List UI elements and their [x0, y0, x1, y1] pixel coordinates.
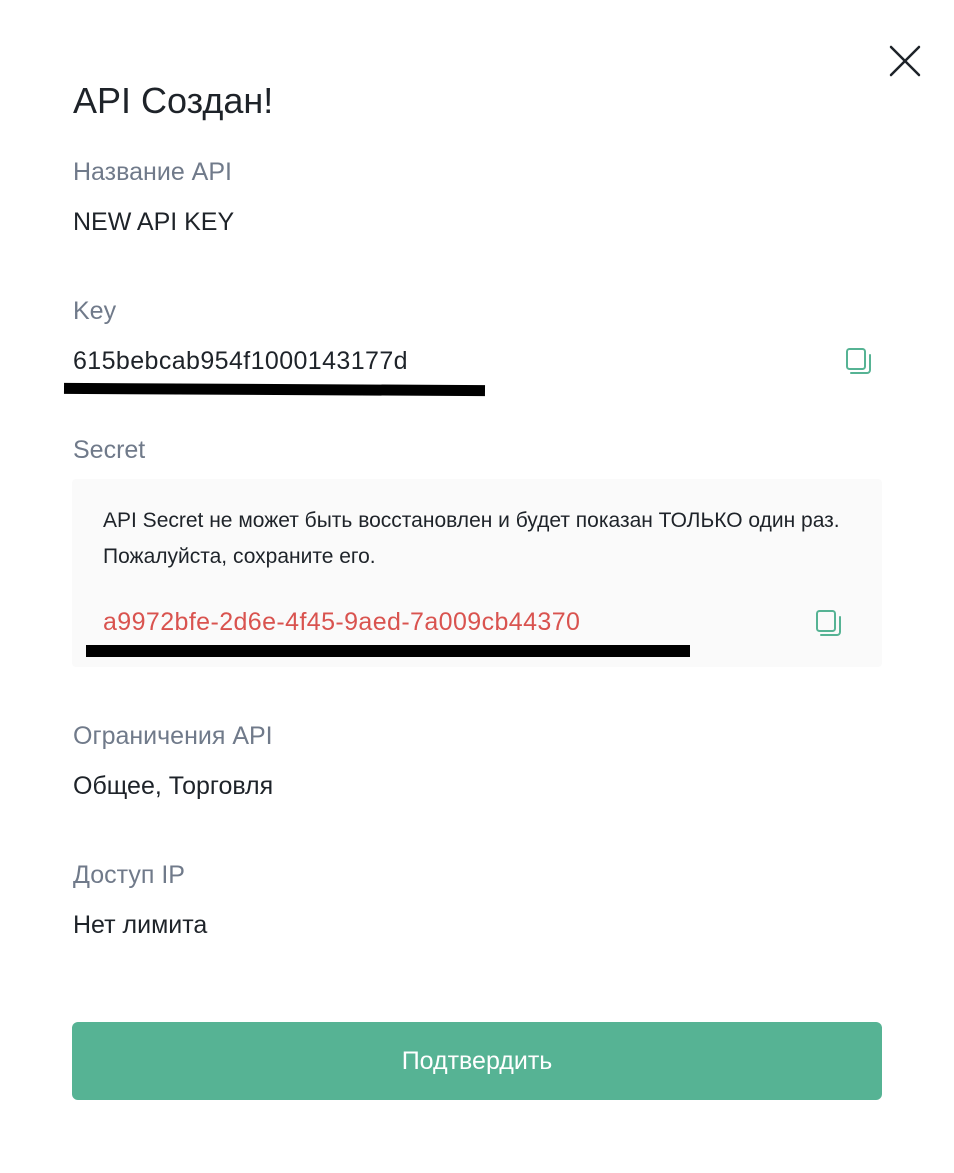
- secret-redaction-bar: [86, 645, 690, 657]
- api-name-value: NEW API KEY: [73, 208, 235, 236]
- secret-box: API Secret не может быть восстановлен и …: [72, 479, 882, 667]
- confirm-button[interactable]: Подтвердить: [72, 1022, 882, 1100]
- secret-value[interactable]: a9972bfe-2d6e-4f45-9aed-7a009cb44370: [103, 606, 580, 638]
- copy-icon: [816, 610, 841, 636]
- key-copy-button[interactable]: [844, 346, 874, 376]
- api-name-label: Название API: [73, 158, 232, 186]
- modal-title: API Создан!: [73, 80, 274, 121]
- key-redaction-bar: [63, 382, 486, 397]
- api-restrictions-label: Ограничения API: [73, 722, 273, 750]
- secret-copy-button[interactable]: [814, 608, 844, 638]
- secret-warning-text: API Secret не может быть восстановлен и …: [103, 509, 840, 568]
- copy-icon: [846, 348, 871, 374]
- close-button[interactable]: [884, 40, 926, 82]
- api-created-modal: API Создан! Название API NEW API KEY Key…: [0, 0, 954, 1173]
- ip-access-label: Доступ IP: [73, 861, 185, 889]
- key-label: Key: [73, 297, 117, 325]
- secret-label: Secret: [73, 436, 146, 464]
- key-value[interactable]: 615bebcab954f1000143177d: [73, 345, 408, 377]
- ip-access-value: Нет лимита: [73, 911, 208, 939]
- api-restrictions-value: Общее, Торговля: [73, 772, 274, 800]
- close-icon: [889, 45, 921, 77]
